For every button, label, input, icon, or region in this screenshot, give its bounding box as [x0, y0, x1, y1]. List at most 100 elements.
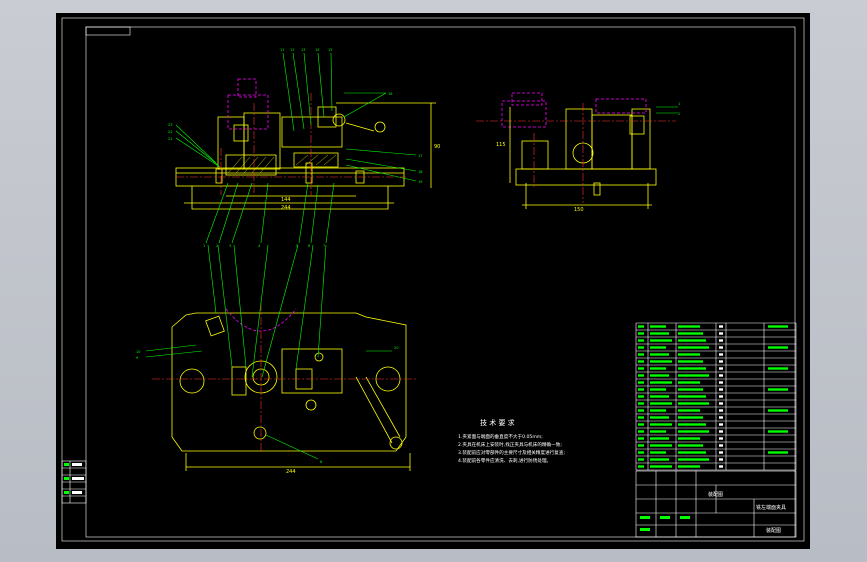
parts-list-cell [650, 437, 669, 440]
drawing-svg: 144 244 90 11 12 13 14 1516 232221 17181… [61, 17, 805, 542]
sheet-border-outer [61, 17, 805, 542]
parts-list-cell [678, 353, 700, 356]
title-label-1: 装配图 [708, 491, 723, 498]
parts-list-cell [638, 367, 644, 370]
parts-list-cell [650, 444, 672, 447]
parts-list-cell [768, 451, 788, 454]
svg-text:1: 1 [678, 102, 680, 106]
parts-list-cell [719, 367, 723, 370]
parts-list-cell [678, 339, 706, 342]
parts-list-cell [678, 465, 700, 468]
svg-text:10: 10 [136, 350, 140, 354]
parts-list-cell [678, 409, 700, 412]
parts-list-cell [650, 339, 672, 342]
parts-list-cell [719, 402, 723, 405]
parts-list-cell [650, 367, 666, 370]
parts-list-cell [638, 395, 644, 398]
plan-view: 244 10 9 8 20 [136, 244, 416, 475]
parts-list-cell [638, 325, 644, 328]
svg-text:12: 12 [290, 48, 294, 52]
svg-text:8: 8 [320, 460, 322, 464]
svg-text:18: 18 [418, 170, 422, 174]
svg-text:6: 6 [308, 244, 310, 248]
parts-list-cell [650, 423, 672, 426]
parts-list-cell [638, 437, 644, 440]
svg-text:14: 14 [315, 48, 320, 52]
parts-list-cell [719, 409, 723, 412]
parts-list-cell [650, 430, 666, 433]
drawing-name: 铣左端面夹具 [756, 504, 786, 511]
parts-list-cell [638, 451, 644, 454]
parts-list-cell [678, 381, 700, 384]
parts-list-cell [719, 437, 723, 440]
parts-list-cell [638, 332, 644, 335]
parts-list-cell [719, 374, 723, 377]
parts-list-cell [638, 388, 644, 391]
dim-front-height: 90 [434, 144, 440, 150]
parts-list-cell [719, 339, 723, 342]
parts-list-cell [638, 430, 644, 433]
dim-front-inner: 144 [281, 197, 291, 203]
parts-list-cell [638, 381, 644, 384]
parts-list-cell [719, 465, 723, 468]
parts-list-cell [638, 423, 644, 426]
front-view: 144 244 90 11 12 13 14 1516 232221 17181… [168, 48, 440, 248]
dim-plan-width: 244 [286, 469, 296, 475]
parts-list-cell [650, 360, 672, 363]
parts-list-cell [719, 395, 723, 398]
parts-list-cell [678, 437, 700, 440]
parts-list-cell [638, 416, 644, 419]
parts-list-cell [678, 423, 706, 426]
svg-text:7: 7 [323, 244, 325, 248]
svg-text:19: 19 [418, 180, 422, 184]
parts-list-cell [650, 388, 666, 391]
parts-list-cell [638, 409, 644, 412]
parts-list-cell [678, 332, 703, 335]
parts-list-cell [768, 409, 788, 412]
cad-canvas[interactable]: 144 244 90 11 12 13 14 15 16 23 22 21 17… [56, 13, 810, 549]
viewer-frame: 144 244 90 11 12 13 14 15 16 23 22 21 17… [0, 0, 867, 562]
parts-list-cell [719, 416, 723, 419]
parts-list-cell [719, 332, 723, 335]
parts-list-cell [719, 353, 723, 356]
svg-text:16: 16 [388, 92, 392, 96]
corner-tag [85, 26, 131, 36]
parts-list-cell [638, 458, 644, 461]
parts-list-cell [678, 388, 703, 391]
svg-text:3: 3 [229, 244, 231, 248]
parts-list-cell [638, 353, 644, 356]
parts-list-cell [719, 423, 723, 426]
parts-list-cell [650, 332, 669, 335]
parts-list-cell [719, 360, 723, 363]
parts-list-cell [650, 353, 669, 356]
svg-text:15: 15 [328, 48, 332, 52]
parts-list-cell [678, 367, 706, 370]
parts-list-cell [768, 367, 788, 370]
parts-list-cell [678, 360, 703, 363]
parts-list-cell [638, 465, 644, 468]
tech-req-item: 4.装配前各零件应清洗、去刺,进行防锈处理。 [458, 457, 551, 464]
parts-list-cell [678, 374, 709, 377]
parts-list-cell [719, 430, 723, 433]
svg-text:17: 17 [418, 154, 422, 158]
parts-list-cell [650, 409, 666, 412]
parts-list-cell [678, 402, 709, 405]
parts-list-cell [638, 374, 644, 377]
tech-req-item: 2.夹具在机床上安装时,找正夹具与机床的精确一致; [458, 441, 562, 448]
svg-text:13: 13 [301, 48, 305, 52]
parts-list-cell [678, 325, 700, 328]
parts-list-cell [678, 444, 703, 447]
parts-list-cell [678, 430, 709, 433]
parts-list-cell [650, 325, 666, 328]
parts-list-cell [768, 346, 788, 349]
parts-list-cell [719, 458, 723, 461]
tech-requirements: 技 术 要 求 1.夹紧面与端面的垂直度不大于0.05mm; 2.夹具在机床上安… [458, 418, 565, 464]
parts-list-cell [650, 458, 669, 461]
tech-req-item: 1.夹紧面与端面的垂直度不大于0.05mm; [458, 433, 543, 440]
parts-list-cell [678, 416, 703, 419]
parts-list-cell [678, 346, 709, 349]
dim-side-width: 150 [574, 207, 584, 213]
parts-list-cell [650, 465, 672, 468]
parts-list-cell [719, 381, 723, 384]
parts-list-cell [719, 325, 723, 328]
